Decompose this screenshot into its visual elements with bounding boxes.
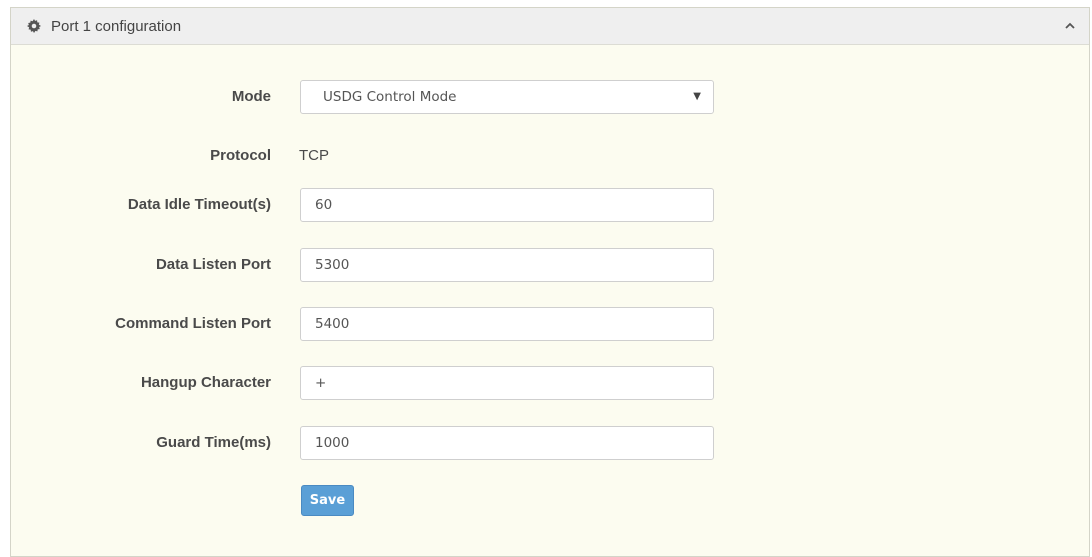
mode-label: Mode xyxy=(231,88,271,105)
data-idle-timeout-label: Data Idle Timeout(s) xyxy=(127,196,271,213)
protocol-row: Protocol TCP xyxy=(11,139,1089,173)
command-listen-port-input[interactable]: 5400 xyxy=(300,307,714,341)
hangup-character-input[interactable]: + xyxy=(300,366,714,400)
panel-header: Port 1 configuration xyxy=(11,8,1089,45)
protocol-value: TCP xyxy=(299,147,329,164)
command-listen-port-row: Command Listen Port 5400 xyxy=(11,307,1089,341)
guard-time-row: Guard Time(ms) 1000 xyxy=(11,426,1089,460)
data-listen-port-label: Data Listen Port xyxy=(155,256,271,273)
data-idle-timeout-input[interactable]: 60 xyxy=(300,188,714,222)
dropdown-arrow-icon: ▼ xyxy=(693,91,701,102)
protocol-label: Protocol xyxy=(210,147,271,164)
gear-icon xyxy=(27,19,41,33)
hangup-character-label: Hangup Character xyxy=(140,374,271,391)
guard-time-label: Guard Time(ms) xyxy=(156,434,271,451)
panel-title: Port 1 configuration xyxy=(51,17,182,35)
mode-value: USDG Control Mode xyxy=(323,89,457,105)
mode-row: Mode USDG Control Mode ▼ xyxy=(11,80,1089,114)
data-listen-port-row: Data Listen Port 5300 xyxy=(11,248,1089,282)
save-button[interactable]: Save xyxy=(301,485,354,516)
hangup-character-row: Hangup Character + xyxy=(11,366,1089,400)
guard-time-input[interactable]: 1000 xyxy=(300,426,714,460)
port-config-panel: Port 1 configuration Mode USDG Control M… xyxy=(10,7,1090,557)
command-listen-port-label: Command Listen Port xyxy=(115,315,271,332)
mode-select[interactable]: USDG Control Mode ▼ xyxy=(300,80,714,114)
data-idle-timeout-row: Data Idle Timeout(s) 60 xyxy=(11,188,1089,222)
chevron-up-icon[interactable] xyxy=(1063,19,1077,33)
data-listen-port-input[interactable]: 5300 xyxy=(300,248,714,282)
